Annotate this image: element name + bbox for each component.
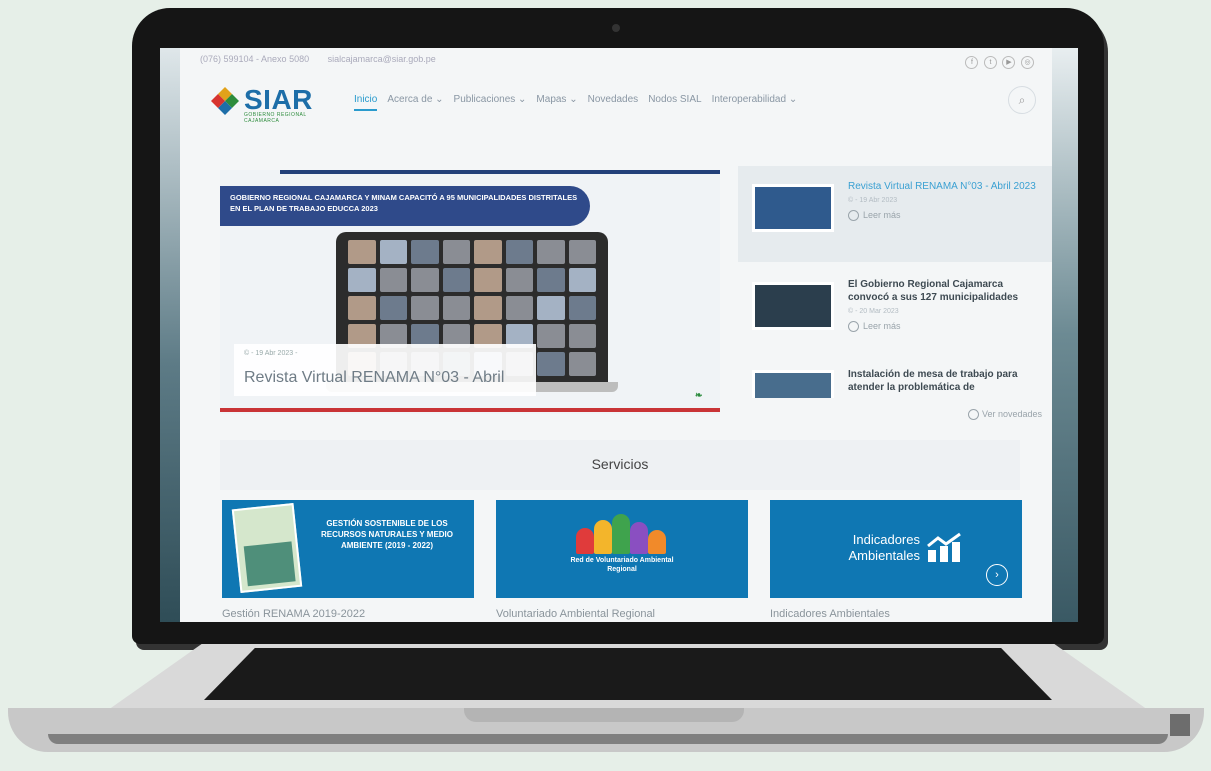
service-label[interactable]: Indicadores Ambientales — [770, 608, 890, 620]
news-title[interactable]: El Gobierno Regional Cajamarca convocó a… — [848, 278, 1046, 304]
search-icon[interactable]: ⌕ — [1008, 86, 1036, 114]
main-nav: Inicio Acerca de ⌄ Publicaciones ⌄ Mapas… — [354, 94, 797, 111]
services-header: Servicios — [220, 440, 1020, 490]
hero-corner-logo-icon: ❧ — [695, 390, 703, 400]
service-card-indicadores[interactable]: Indicadores Ambientales › — [770, 500, 1022, 598]
phone-text: (076) 599104 - Anexo 5080 — [200, 54, 310, 64]
clock-icon — [848, 321, 859, 333]
laptop-base — [8, 628, 1204, 760]
news-title[interactable]: Revista Virtual RENAMA N°03 - Abril 2023 — [848, 180, 1046, 193]
hero-caption[interactable]: © - 19 Abr 2023 - Revista Virtual RENAMA… — [234, 344, 536, 396]
logo-subtitle: GOBIERNO REGIONAL CAJAMARCA — [244, 112, 307, 124]
news-thumbnail — [752, 184, 834, 232]
service-card-image-text: Red de Voluntariado Ambiental Regional — [570, 557, 674, 573]
youtube-icon[interactable]: ▶ — [1002, 56, 1016, 69]
camera-icon — [612, 24, 620, 32]
nav-item-novedades[interactable]: Novedades — [588, 94, 639, 111]
hero-date: © - 19 Abr 2023 - — [244, 350, 298, 357]
see-news-link[interactable]: Ver novedades — [967, 409, 1042, 420]
news-item[interactable]: Revista Virtual RENAMA N°03 - Abril 2023… — [738, 166, 1052, 262]
nav-item-inicio[interactable]: Inicio — [354, 94, 378, 111]
news-title[interactable]: Instalación de mesa de trabajo para aten… — [848, 368, 1046, 394]
news-date: © - 19 Abr 2023 — [848, 197, 898, 204]
social-links: f t ▶ ◎ — [962, 56, 1034, 69]
top-contact-bar: (076) 599104 - Anexo 5080 sialcajamarca@… — [200, 54, 1040, 74]
news-date: © - 20 Mar 2023 — [848, 308, 899, 315]
service-label[interactable]: Voluntariado Ambiental Regional — [496, 608, 655, 620]
twitter-icon[interactable]: t — [983, 56, 997, 69]
nav-item-publicaciones[interactable]: Publicaciones ⌄ — [454, 94, 527, 111]
service-card-image-text: Indicadores Ambientales — [848, 532, 920, 563]
news-sidebar: Revista Virtual RENAMA N°03 - Abril 2023… — [738, 166, 1052, 428]
service-card-voluntariado[interactable]: Red de Voluntariado Ambiental Regional — [496, 500, 748, 598]
nav-item-acerca[interactable]: Acerca de ⌄ — [387, 94, 443, 111]
news-thumbnail — [752, 282, 834, 330]
browser-screen: (076) 599104 - Anexo 5080 sialcajamarca@… — [160, 48, 1078, 622]
laptop-keyboard — [204, 648, 1052, 700]
bar-chart-trend-icon — [927, 532, 961, 562]
hero-slider[interactable]: GOBIERNO REGIONAL CAJAMARCA Y MINAM CAPA… — [220, 170, 720, 414]
news-item[interactable]: El Gobierno Regional Cajamarca convocó a… — [738, 264, 1052, 360]
facebook-icon[interactable]: f — [965, 56, 979, 69]
volunteer-people-icon — [576, 514, 668, 554]
chevron-right-icon[interactable]: › — [986, 564, 1008, 586]
service-card-image-text: GESTIÓN SOSTENIBLE DE LOS RECURSOS NATUR… — [320, 519, 453, 550]
read-more-link[interactable]: Leer más — [848, 210, 1046, 222]
clock-icon — [967, 409, 979, 420]
service-label[interactable]: Gestión RENAMA 2019-2022 — [222, 608, 365, 620]
siar-logo[interactable]: SIAR GOBIERNO REGIONAL CAJAMARCA — [210, 84, 334, 124]
laptop-frame: (076) 599104 - Anexo 5080 sialcajamarca@… — [132, 8, 1104, 644]
logo-mark-icon — [211, 87, 239, 115]
hero-banner-text: GOBIERNO REGIONAL CAJAMARCA Y MINAM CAPA… — [220, 186, 590, 226]
hero-top-line — [280, 170, 720, 174]
news-item[interactable]: Instalación de mesa de trabajo para aten… — [738, 362, 1052, 398]
nav-item-interoperabilidad[interactable]: Interoperabilidad ⌄ — [712, 94, 798, 111]
hero-red-line — [220, 408, 720, 412]
site-header: SIAR GOBIERNO REGIONAL CAJAMARCA Inicio … — [210, 78, 1036, 124]
nav-item-mapas[interactable]: Mapas ⌄ — [536, 94, 577, 111]
background-sea-right — [1052, 48, 1078, 622]
nav-item-nodos-sial[interactable]: Nodos SIAL — [648, 94, 701, 111]
clock-icon — [848, 210, 859, 222]
news-thumbnail — [752, 370, 834, 398]
magazine-cover-image — [231, 502, 303, 594]
instagram-icon[interactable]: ◎ — [1021, 56, 1034, 69]
laptop-front-edge — [8, 708, 1204, 752]
email-text[interactable]: sialcajamarca@siar.gob.pe — [328, 54, 436, 64]
hero-title[interactable]: Revista Virtual RENAMA N°03 - Abril — [244, 369, 526, 387]
services-title: Servicios — [591, 456, 649, 472]
background-sea-left — [160, 48, 180, 622]
service-card-renama[interactable]: GESTIÓN SOSTENIBLE DE LOS RECURSOS NATUR… — [222, 500, 474, 598]
read-more-link[interactable]: Leer más — [848, 321, 1046, 333]
